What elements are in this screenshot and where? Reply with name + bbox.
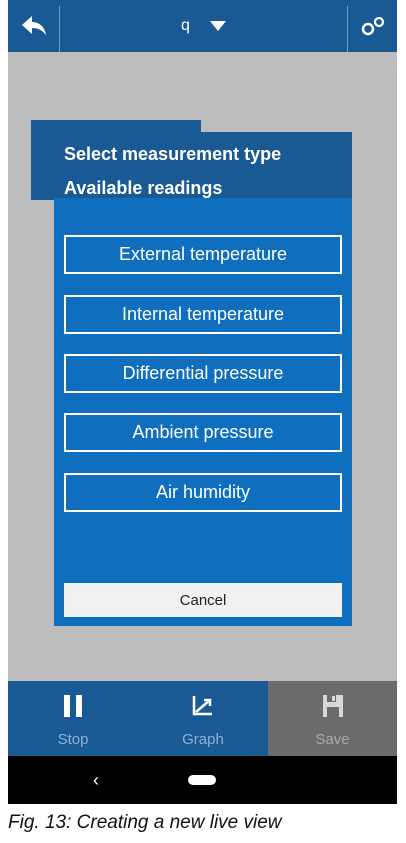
system-nav-bar: ‹ [8, 756, 397, 804]
nav-back-button[interactable]: ‹ [84, 768, 108, 792]
stop-label: Stop [57, 731, 89, 748]
bottom-toolbar: Stop Graph Save [8, 681, 397, 756]
caret-down-icon [209, 21, 226, 31]
stop-button[interactable]: Stop [8, 681, 138, 756]
graph-icon [192, 696, 212, 716]
option-ambient-pressure[interactable]: Ambient pressure [64, 413, 342, 452]
back-button[interactable] [8, 0, 59, 52]
phone-screen: q Select measurement type Available read… [8, 0, 397, 804]
back-arrow-icon [21, 16, 46, 35]
graph-label: Graph [182, 731, 224, 748]
cancel-button[interactable]: Cancel [64, 583, 342, 617]
measurement-type-dialog: Select measurement type Available readin… [54, 132, 352, 626]
graph-button[interactable]: Graph [138, 681, 268, 756]
view-title: q [181, 17, 190, 34]
nav-home-pill[interactable] [188, 775, 216, 785]
top-app-bar: q [8, 0, 397, 52]
dialog-subtitle: Available readings [64, 178, 223, 198]
option-differential-pressure[interactable]: Differential pressure [64, 354, 342, 393]
save-label: Save [315, 731, 350, 748]
dialog-title: Select measurement type [64, 144, 282, 164]
save-icon [322, 695, 343, 717]
title-dropdown[interactable]: q [60, 0, 347, 52]
option-external-temperature[interactable]: External temperature [64, 235, 342, 274]
save-button[interactable]: Save [268, 681, 397, 756]
settings-button[interactable] [348, 0, 397, 52]
figure-caption: Fig. 13: Creating a new live view [8, 812, 282, 833]
option-internal-temperature[interactable]: Internal temperature [64, 295, 342, 334]
gears-icon [361, 16, 384, 36]
pause-icon [64, 695, 82, 717]
dialog-header: Select measurement type Available readin… [54, 132, 352, 198]
option-air-humidity[interactable]: Air humidity [64, 473, 342, 512]
